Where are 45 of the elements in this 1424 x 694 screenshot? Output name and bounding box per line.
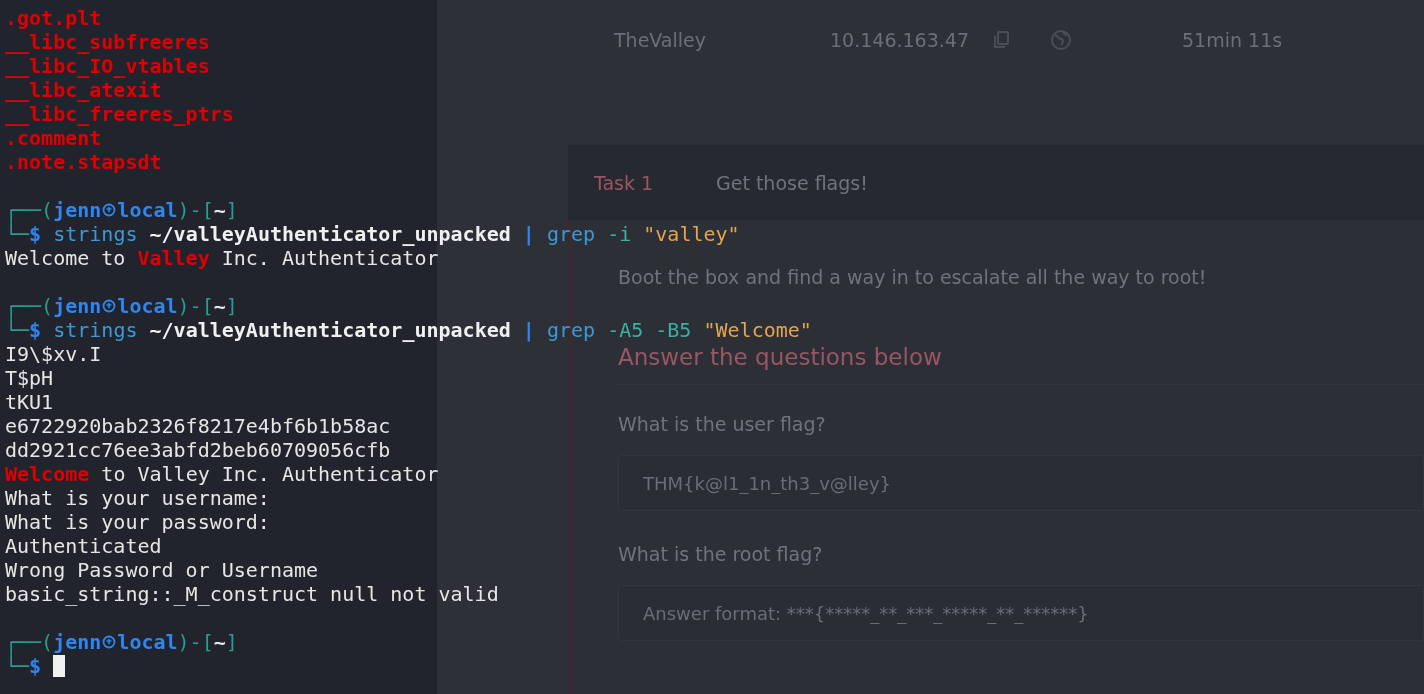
- at-symbol-icon: [102, 634, 117, 650]
- task-description: Boot the box and find a way in to escalate all the way to root!: [618, 266, 1208, 290]
- terminal-output: __libc_freeres_ptrs: [5, 102, 234, 126]
- prompt-text: └─$: [5, 654, 42, 678]
- prompt-text: ┌──(jenn: [5, 198, 102, 222]
- globe-icon[interactable]: [1050, 29, 1072, 51]
- terminal-output: __libc_subfreeres: [5, 30, 210, 54]
- question-text: What is the user flag?: [618, 413, 827, 435]
- terminal-output: What is your username:: [5, 486, 270, 510]
- terminal-output: tKU1: [5, 390, 54, 414]
- terminal-output: Welcome to Valley Inc. Authenticator: [5, 462, 439, 486]
- ip-address: 10.146.163.47: [830, 29, 970, 51]
- question-text: What is the root flag?: [618, 543, 824, 565]
- questions-heading: Answer the questions below: [618, 344, 943, 370]
- at-symbol-icon: [102, 202, 117, 218]
- copy-icon[interactable]: [992, 30, 1010, 50]
- terminal-output: What is your password:: [5, 510, 270, 534]
- prompt-text: ┌──(jenn: [5, 630, 102, 654]
- task-number[interactable]: Task 1: [594, 171, 716, 194]
- at-symbol-icon: [102, 298, 117, 314]
- terminal-output: __libc_IO_vtables: [5, 54, 210, 78]
- text-cursor: [53, 655, 66, 677]
- terminal-output: Wrong Password or Username: [5, 558, 319, 582]
- machine-name: TheValley: [614, 29, 707, 51]
- terminal-command: └─$ strings ~/valleyAuthenticator_unpacked | grep -i "valley": [5, 222, 740, 246]
- prompt-text: local)-[~]: [117, 630, 238, 654]
- terminal-output: dd2921cc76ee3abfd2beb60709056cfb: [5, 438, 391, 462]
- terminal-output: .comment: [5, 126, 102, 150]
- terminal-output: e6722920bab2326f8217e4bf6b1b58ac: [5, 414, 391, 438]
- terminal-output: I9\$xv.I: [5, 342, 102, 366]
- prompt-text: local)-[~]: [117, 198, 238, 222]
- prompt-text: local)-[~]: [117, 294, 238, 318]
- answer-field[interactable]: THM{k@l1_1n_th3_v@lley}: [618, 455, 1424, 511]
- task-title[interactable]: Get those flags!: [716, 171, 868, 194]
- terminal-command: └─$ strings ~/valleyAuthenticator_unpacked | grep -A5 -B5 "Welcome": [5, 318, 812, 342]
- answer-field[interactable]: Answer format: ***{*****_**_***_*****_**_******}: [618, 585, 1424, 641]
- terminal-output: .got.plt: [5, 6, 102, 30]
- terminal-output: T$pH: [5, 366, 54, 390]
- terminal-output: basic_string::_M_construct null not valid: [5, 582, 499, 606]
- terminal-output: Welcome to Valley Inc. Authenticator: [5, 246, 439, 270]
- time-remaining: 51min 11s: [1182, 29, 1283, 51]
- terminal-output: __libc_atexit: [5, 78, 162, 102]
- prompt-text: ┌──(jenn: [5, 294, 102, 318]
- terminal-output: Authenticated: [5, 534, 162, 558]
- terminal-output: .note.stapsdt: [5, 150, 162, 174]
